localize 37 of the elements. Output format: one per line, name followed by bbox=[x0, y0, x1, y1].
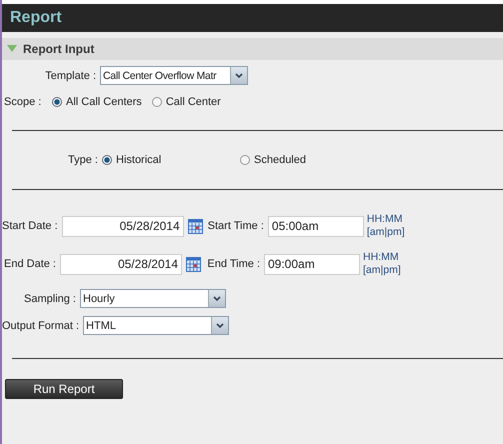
calendar-icon[interactable] bbox=[186, 256, 201, 272]
select-label: Sampling : bbox=[23, 292, 77, 304]
time-format-hint: HH:MM bbox=[366, 213, 404, 226]
radio-button[interactable]: Call Center bbox=[152, 96, 221, 108]
date-field[interactable]: 05/28/2014 bbox=[60, 254, 182, 274]
time-field[interactable]: 05:00am bbox=[268, 216, 364, 236]
radio-button[interactable]: All Call Centers bbox=[52, 96, 142, 108]
radio-button[interactable]: Historical bbox=[102, 154, 230, 166]
calendar-icon[interactable] bbox=[188, 218, 203, 234]
date-label: Start Date : bbox=[2, 220, 59, 232]
template-label: Template : bbox=[44, 70, 97, 82]
section-header[interactable]: Report Input bbox=[2, 38, 503, 60]
template-dropdown[interactable]: Call Center Overflow Matr bbox=[100, 66, 248, 85]
radio-button[interactable]: Scheduled bbox=[240, 154, 306, 166]
time-format-hint: [am|pm] bbox=[366, 226, 405, 239]
section-title: Report Input bbox=[23, 42, 94, 56]
dropdown-icon bbox=[230, 67, 247, 84]
dropdown-icon bbox=[208, 290, 225, 307]
select-dropdown[interactable]: Hourly bbox=[80, 289, 226, 308]
expand-icon bbox=[7, 45, 17, 53]
run-report-button[interactable]: Run Report bbox=[5, 379, 123, 399]
date-label: End Date : bbox=[3, 258, 57, 270]
select-label: Output Format : bbox=[2, 320, 80, 332]
time-label: End Time : bbox=[206, 258, 261, 270]
time-field[interactable]: 09:00am bbox=[264, 254, 360, 274]
template-value: Call Center Overflow Matr bbox=[102, 70, 218, 82]
scope-label: Scope : bbox=[3, 96, 42, 108]
select-dropdown[interactable]: HTML bbox=[83, 316, 230, 335]
select-value: HTML bbox=[85, 320, 117, 332]
type-label: Type : bbox=[67, 154, 99, 166]
select-value: Hourly bbox=[82, 292, 116, 304]
page-title: Report bbox=[10, 9, 62, 27]
date-field[interactable]: 05/28/2014 bbox=[62, 216, 184, 236]
time-format-hint: [am|pm] bbox=[363, 264, 401, 277]
time-label: Start Time : bbox=[208, 220, 265, 232]
time-format-hint: HH:MM bbox=[363, 251, 400, 264]
dropdown-icon bbox=[211, 317, 228, 334]
